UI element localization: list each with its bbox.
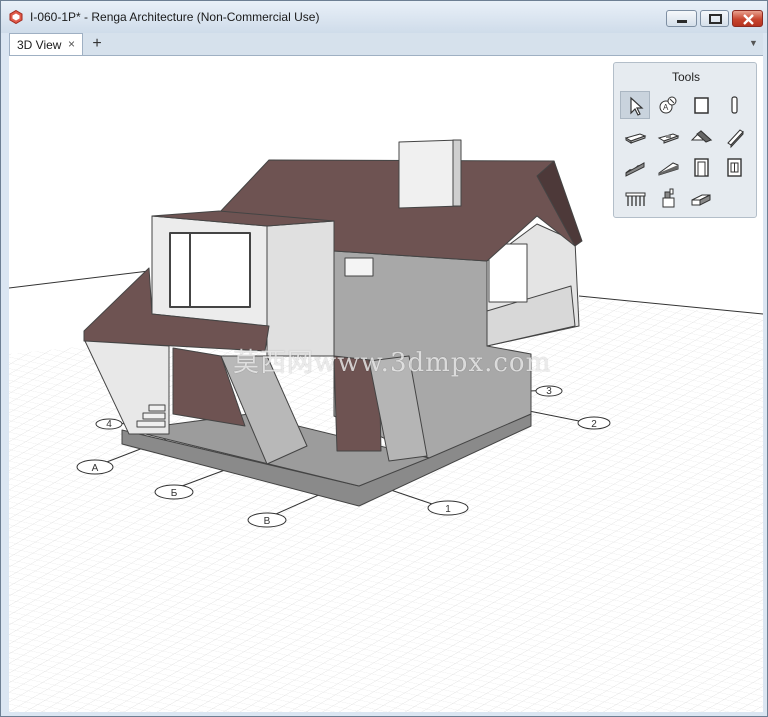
roof-icon xyxy=(690,130,713,143)
axis-label-b: Б xyxy=(171,488,178,499)
axis-label-icon: A xyxy=(659,96,677,114)
select-arrow-icon xyxy=(630,96,644,116)
tool-stair-button[interactable] xyxy=(620,153,650,181)
tool-element-button[interactable] xyxy=(653,184,683,212)
3d-viewport[interactable]: A Б В 1 2 3 4 莫西网www.3dmpx.com Tools A xyxy=(9,56,763,712)
renga-logo-icon xyxy=(9,10,23,24)
line-element-icon xyxy=(691,194,711,206)
document-tab-strip: 3D View × + ▼ xyxy=(9,33,763,56)
floor-slab-icon xyxy=(624,133,647,144)
title-bar[interactable]: I-060-1P* - Renga Architecture (Non-Comm… xyxy=(1,1,767,33)
close-icon xyxy=(743,14,754,25)
tool-axis-label-button[interactable]: A xyxy=(653,91,683,119)
chimney xyxy=(398,139,462,209)
axis-label-3: 3 xyxy=(546,386,552,397)
tool-beam-button[interactable] xyxy=(719,122,749,150)
ramp-icon xyxy=(658,162,679,176)
tool-floor-slab-button[interactable] xyxy=(620,122,650,150)
axis-label-v: В xyxy=(264,516,271,527)
tools-panel: Tools A xyxy=(613,62,757,218)
window-title: I-060-1P* - Renga Architecture (Non-Comm… xyxy=(30,10,320,24)
tool-door-button[interactable] xyxy=(686,153,716,181)
window-small xyxy=(344,257,374,277)
tab-label: 3D View xyxy=(17,38,62,52)
tool-select-arrow-button[interactable] xyxy=(620,91,650,119)
door-icon xyxy=(694,158,709,177)
maximize-button[interactable] xyxy=(700,10,729,27)
tool-column-button[interactable] xyxy=(719,91,749,119)
minimize-button[interactable] xyxy=(666,10,697,27)
chimney-side xyxy=(452,139,462,207)
opening-slab-icon xyxy=(657,133,680,144)
svg-text:A: A xyxy=(663,103,669,112)
stair-icon xyxy=(625,162,645,177)
axis-label-2: 2 xyxy=(591,419,597,430)
tools-panel-title: Tools xyxy=(671,70,700,84)
tool-window-button[interactable] xyxy=(719,153,749,181)
watermark: 莫西网www.3dmpx.com xyxy=(233,348,552,378)
restore-icon xyxy=(709,14,722,24)
tab-close-icon[interactable]: × xyxy=(68,37,75,51)
add-tab-button[interactable]: + xyxy=(87,34,107,54)
beam-icon xyxy=(727,129,744,149)
tool-opening-slab-button[interactable] xyxy=(653,122,683,150)
tool-roof-button[interactable] xyxy=(686,122,716,150)
tab-3d-view[interactable]: 3D View × xyxy=(9,33,83,55)
wall-icon xyxy=(694,97,709,114)
axis-label-1: 1 xyxy=(445,504,451,515)
tab-list-dropdown-icon[interactable]: ▼ xyxy=(749,38,758,48)
close-button[interactable] xyxy=(732,10,763,27)
app-window: I-060-1P* - Renga Architecture (Non-Comm… xyxy=(0,0,768,717)
minimize-icon xyxy=(677,20,687,23)
railing-icon xyxy=(625,192,646,206)
element-icon xyxy=(662,188,675,208)
tool-railing-button[interactable] xyxy=(620,184,650,212)
column-icon xyxy=(731,96,738,114)
upper-box-side xyxy=(266,220,335,357)
tool-line-element-button[interactable] xyxy=(686,184,716,212)
window-icon xyxy=(727,158,742,177)
tool-wall-button[interactable] xyxy=(686,91,716,119)
axis-label-a: A xyxy=(92,463,99,474)
upper-window xyxy=(169,232,251,308)
tool-ramp-button[interactable] xyxy=(653,153,683,181)
axis-label-4: 4 xyxy=(106,419,112,430)
